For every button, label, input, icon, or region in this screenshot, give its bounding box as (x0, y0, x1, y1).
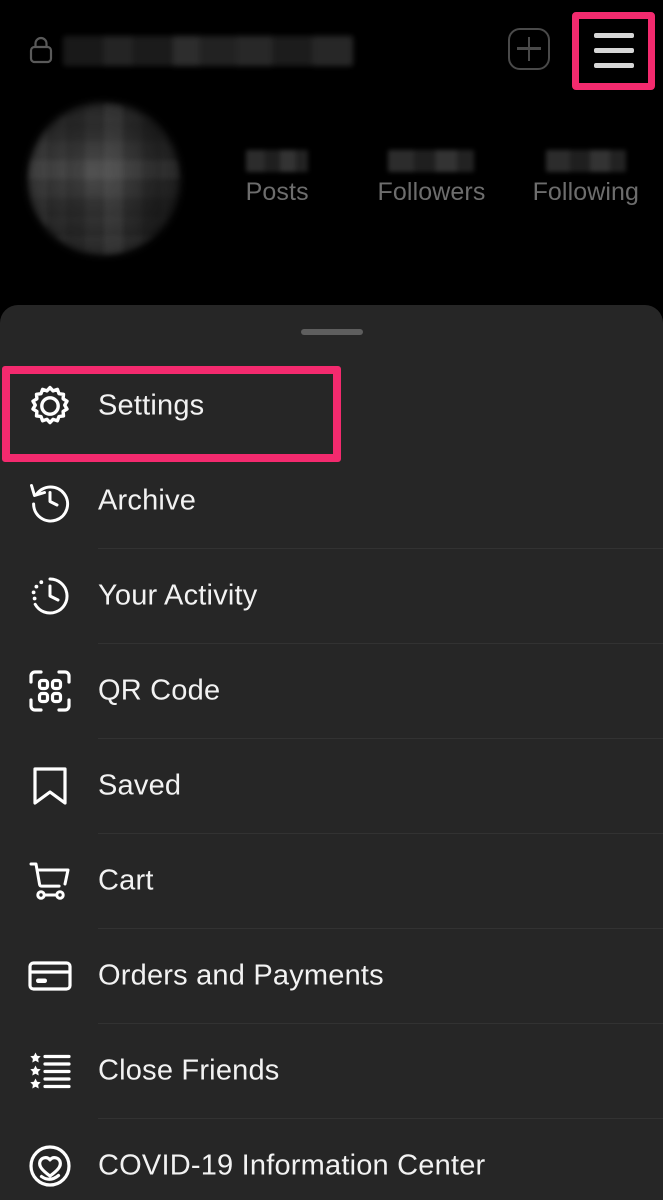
bookmark-icon (24, 760, 76, 812)
followers-label: Followers (377, 178, 486, 206)
menu-item-archive[interactable]: Archive (0, 453, 663, 548)
gear-icon (24, 380, 76, 432)
menu-item-label: Your Activity (98, 579, 258, 611)
stat-followers[interactable]: Followers (354, 150, 508, 240)
heart-circle-icon (24, 1140, 76, 1192)
shopping-cart-icon (24, 855, 76, 907)
qr-code-icon (24, 665, 76, 717)
following-label: Following (532, 178, 640, 206)
divider (98, 738, 663, 739)
top-bar (0, 0, 663, 96)
profile-stats: Posts Followers Following (200, 150, 663, 240)
archive-clock-icon (24, 475, 76, 527)
menu-item-label: COVID-19 Information Center (98, 1149, 486, 1181)
lock-icon (28, 36, 54, 64)
following-count (545, 150, 626, 172)
followers-count (388, 150, 475, 172)
activity-clock-icon (24, 570, 76, 622)
profile-header: Posts Followers Following (0, 0, 663, 310)
menu-item-your-activity[interactable]: Your Activity (0, 548, 663, 643)
posts-count (246, 150, 309, 172)
credit-card-icon (24, 950, 76, 1002)
menu-item-covid-19-information-center[interactable]: COVID-19 Information Center (0, 1118, 663, 1200)
menu-item-label: Cart (98, 864, 154, 896)
menu-item-settings[interactable]: Settings (0, 358, 663, 462)
star-list-icon (24, 1045, 76, 1097)
divider (98, 1118, 663, 1119)
menu-list: Settings Archive Your Activity QR Code S… (0, 358, 663, 1200)
divider (98, 1023, 663, 1024)
menu-item-label: Settings (98, 389, 205, 421)
instagram-profile-screen: Posts Followers Following Settings Archi… (0, 0, 663, 1200)
username-label (63, 36, 353, 66)
menu-item-saved[interactable]: Saved (0, 738, 663, 833)
menu-item-qr-code[interactable]: QR Code (0, 643, 663, 738)
divider (98, 643, 663, 644)
menu-item-label: QR Code (98, 674, 221, 706)
avatar-pixelation-overlay (28, 103, 180, 255)
hamburger-menu-icon[interactable] (594, 33, 634, 69)
new-post-button[interactable] (508, 28, 550, 70)
bottom-sheet-menu: Settings Archive Your Activity QR Code S… (0, 305, 663, 1200)
menu-item-label: Orders and Payments (98, 959, 384, 991)
menu-item-orders-and-payments[interactable]: Orders and Payments (0, 928, 663, 1023)
menu-item-label: Archive (98, 484, 197, 516)
stat-posts[interactable]: Posts (200, 150, 354, 240)
menu-item-label: Close Friends (98, 1054, 280, 1086)
posts-label: Posts (245, 178, 309, 206)
divider (98, 928, 663, 929)
stat-following[interactable]: Following (509, 150, 663, 240)
divider (98, 833, 663, 834)
divider (98, 548, 663, 549)
drag-handle[interactable] (300, 329, 363, 335)
menu-item-cart[interactable]: Cart (0, 833, 663, 928)
menu-item-close-friends[interactable]: Close Friends (0, 1023, 663, 1118)
menu-item-label: Saved (98, 769, 182, 801)
